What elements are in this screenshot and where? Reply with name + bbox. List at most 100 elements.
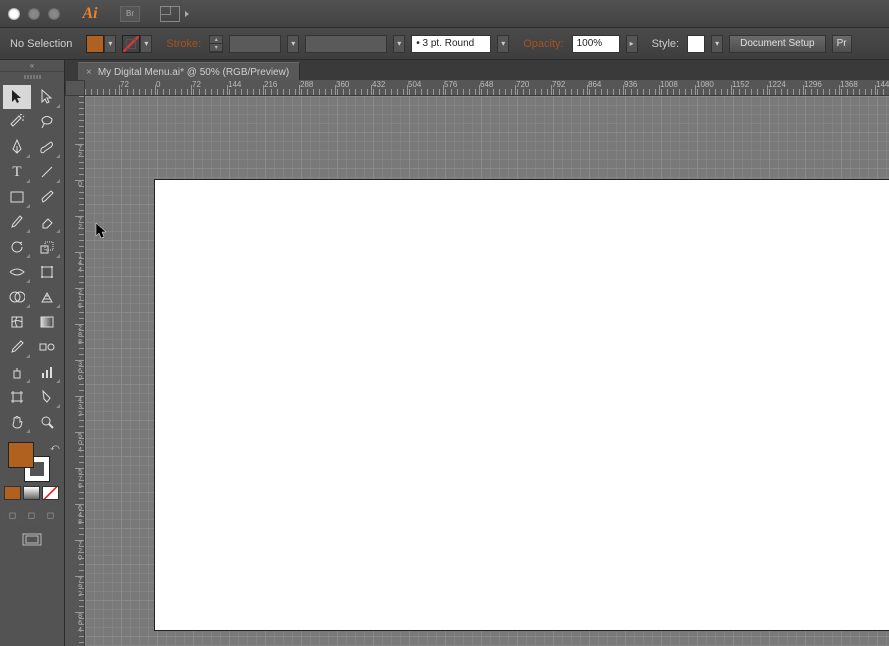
tool-panel: « xyxy=(0,60,65,646)
variable-width-profile-dd[interactable]: ▾ xyxy=(393,35,405,53)
hand-icon xyxy=(10,414,24,430)
tab-strip: × My Digital Menu.ai* @ 50% (RGB/Preview… xyxy=(65,60,889,80)
control-bar: No Selection ▾ ▾ Stroke: ▴▾ ▾ ▾ • 3 pt. … xyxy=(0,28,889,60)
selection-status: No Selection xyxy=(10,38,72,50)
tab-close-icon[interactable]: × xyxy=(86,67,92,78)
document-tab[interactable]: × My Digital Menu.ai* @ 50% (RGB/Preview… xyxy=(78,62,300,80)
eraser-tool[interactable] xyxy=(33,210,61,234)
window-close-button[interactable] xyxy=(8,8,20,20)
slice-tool[interactable] xyxy=(33,385,61,409)
fill-swatch[interactable] xyxy=(8,442,34,468)
width-tool[interactable] xyxy=(3,260,31,284)
gradient-tool[interactable] xyxy=(33,310,61,334)
perspective-icon xyxy=(40,290,54,304)
line-icon xyxy=(40,165,54,179)
width-icon xyxy=(9,266,25,278)
shape-builder-icon xyxy=(9,290,25,304)
draw-normal[interactable]: ◻ xyxy=(4,508,21,522)
window-minimize-button[interactable] xyxy=(28,8,40,20)
drawing-modes: ◻ ◻ ◻ xyxy=(0,506,64,524)
opacity-label: Opacity: xyxy=(523,38,563,50)
stroke-color-dropdown[interactable]: ▾ xyxy=(140,35,152,53)
perspective-grid-tool[interactable] xyxy=(33,285,61,309)
magic-wand-icon xyxy=(9,114,25,130)
arrow-cursor-icon xyxy=(10,89,24,105)
rectangle-tool[interactable] xyxy=(3,185,31,209)
selection-tool[interactable] xyxy=(3,85,31,109)
scale-icon xyxy=(40,240,54,254)
panel-collapse-toggle[interactable]: « xyxy=(0,60,64,72)
opacity-field[interactable]: 100% xyxy=(572,35,620,53)
type-icon: T xyxy=(12,164,21,181)
brush-profile-label: 3 pt. Round xyxy=(423,38,475,49)
canvas[interactable] xyxy=(85,96,889,646)
default-fill-stroke[interactable] xyxy=(4,472,14,482)
pencil-icon xyxy=(10,214,24,230)
mesh-tool[interactable] xyxy=(3,310,31,334)
paintbrush-tool[interactable] xyxy=(33,185,61,209)
opacity-dropdown[interactable]: ▸ xyxy=(626,35,638,53)
vertical-ruler[interactable]: 7207214421628836043250457664872079286493… xyxy=(65,96,85,646)
fill-color-swatch[interactable] xyxy=(86,35,104,53)
arrange-documents-button[interactable] xyxy=(160,6,180,22)
rotate-tool[interactable] xyxy=(3,235,31,259)
color-mode-solid[interactable] xyxy=(4,486,21,500)
pen-tool[interactable] xyxy=(3,135,31,159)
pencil-tool[interactable] xyxy=(3,210,31,234)
eraser-icon xyxy=(39,215,55,229)
bridge-button[interactable]: Br xyxy=(120,6,140,22)
column-graph-tool[interactable] xyxy=(33,360,61,384)
white-arrow-icon xyxy=(40,89,54,105)
zoom-tool[interactable] xyxy=(33,410,61,434)
stroke-weight-dropdown[interactable]: ▾ xyxy=(287,35,299,53)
color-mode-gradient[interactable] xyxy=(23,486,40,500)
preferences-button[interactable]: Pr xyxy=(832,35,852,53)
document-setup-button[interactable]: Document Setup xyxy=(729,35,826,53)
free-transform-tool[interactable] xyxy=(33,260,61,284)
shape-builder-tool[interactable] xyxy=(3,285,31,309)
variable-width-profile-field[interactable] xyxy=(305,35,387,53)
brush-profile-dropdown[interactable]: ▾ xyxy=(497,35,509,53)
horizontal-ruler[interactable]: 7207214421628836043250457664872079286493… xyxy=(85,80,889,96)
style-dropdown[interactable]: ▾ xyxy=(711,35,723,53)
lasso-icon xyxy=(39,114,55,130)
paintbrush-icon xyxy=(39,189,55,205)
stroke-weight-field[interactable] xyxy=(229,35,281,53)
line-segment-tool[interactable] xyxy=(33,160,61,184)
window-zoom-button[interactable] xyxy=(48,8,60,20)
brush-profile-select[interactable]: • 3 pt. Round xyxy=(411,35,491,53)
color-mode-none[interactable] xyxy=(42,486,59,500)
eyedropper-tool[interactable] xyxy=(3,335,31,359)
symbol-sprayer-tool[interactable] xyxy=(3,360,31,384)
document-tab-title: My Digital Menu.ai* @ 50% (RGB/Preview) xyxy=(98,67,289,78)
stroke-weight-spinner[interactable]: ▴▾ xyxy=(209,35,223,53)
direct-selection-tool[interactable] xyxy=(33,85,61,109)
brush-profile-bullet: • xyxy=(416,38,420,49)
fill-color-dropdown[interactable]: ▾ xyxy=(104,35,116,53)
scale-tool[interactable] xyxy=(33,235,61,259)
blend-tool[interactable] xyxy=(33,335,61,359)
stroke-color-swatch[interactable] xyxy=(122,35,140,53)
screen-mode-button[interactable] xyxy=(21,532,43,548)
fill-stroke-section: ⤺ xyxy=(0,440,64,484)
type-tool[interactable]: T xyxy=(3,160,31,184)
style-swatch[interactable] xyxy=(687,35,705,53)
hand-tool[interactable] xyxy=(3,410,31,434)
stroke-label: Stroke: xyxy=(166,38,201,50)
slice-icon xyxy=(40,389,54,405)
blend-icon xyxy=(39,340,55,354)
artboard[interactable] xyxy=(155,180,889,630)
artboard-tool[interactable] xyxy=(3,385,31,409)
lasso-tool[interactable] xyxy=(33,110,61,134)
gradient-icon xyxy=(40,316,54,328)
zoom-icon xyxy=(40,415,54,429)
color-modes xyxy=(0,484,64,502)
draw-inside[interactable]: ◻ xyxy=(42,508,59,522)
ruler-origin[interactable] xyxy=(65,80,85,96)
draw-behind[interactable]: ◻ xyxy=(23,508,40,522)
style-label: Style: xyxy=(652,38,680,50)
blob-brush-tool[interactable] xyxy=(33,135,61,159)
swap-fill-stroke[interactable]: ⤺ xyxy=(50,442,60,452)
magic-wand-tool[interactable] xyxy=(3,110,31,134)
panel-grip[interactable] xyxy=(0,72,64,82)
